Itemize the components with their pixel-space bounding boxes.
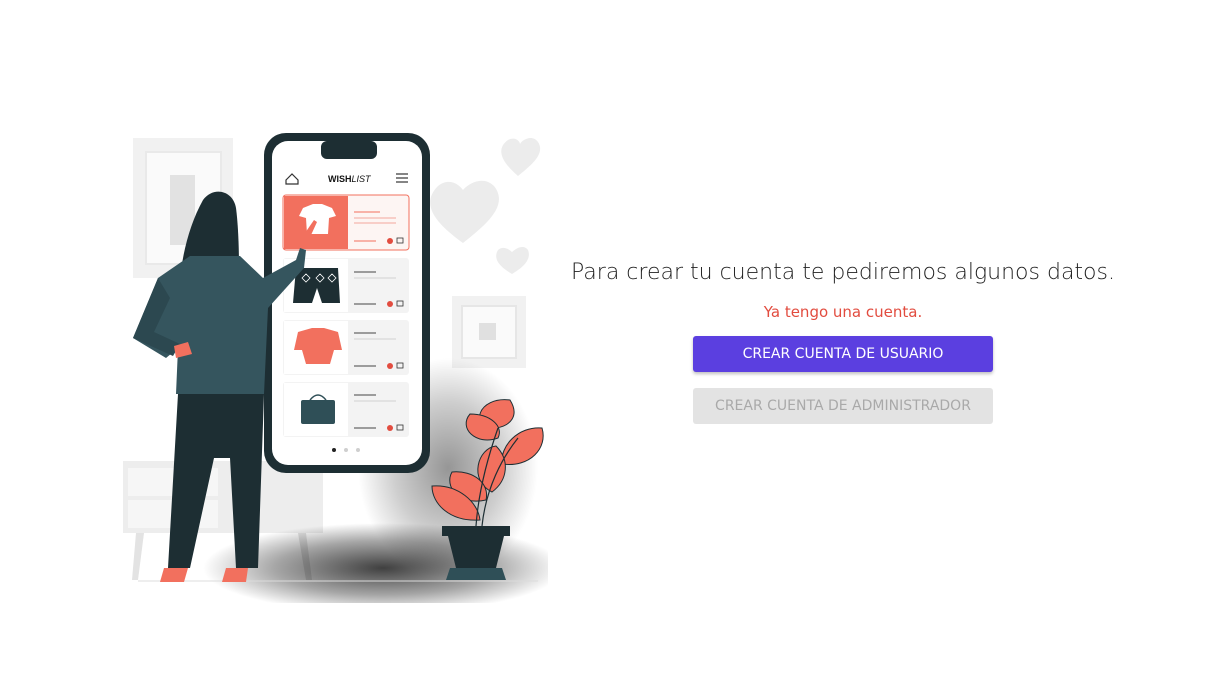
phone-mockup: WISHLIST [264, 133, 430, 473]
existing-account-link[interactable]: Ya tengo una cuenta. [764, 303, 922, 321]
product-card [283, 382, 409, 437]
heart-icon [430, 138, 541, 274]
product-card [283, 320, 409, 375]
create-user-account-button[interactable]: CREAR CUENTA DE USUARIO [693, 336, 993, 372]
create-admin-account-button[interactable]: CREAR CUENTA DE ADMINISTRADOR [693, 388, 993, 424]
shopping-illustration: WISHLIST [118, 128, 563, 613]
page-headline: Para crear tu cuenta te pediremos alguno… [571, 260, 1115, 285]
illustration-svg: WISHLIST [123, 133, 563, 613]
phone-app-title: WISHLIST [328, 174, 372, 184]
picture-frame-right [452, 296, 526, 368]
account-creation-panel: Para crear tu cuenta te pediremos alguno… [560, 250, 1126, 424]
